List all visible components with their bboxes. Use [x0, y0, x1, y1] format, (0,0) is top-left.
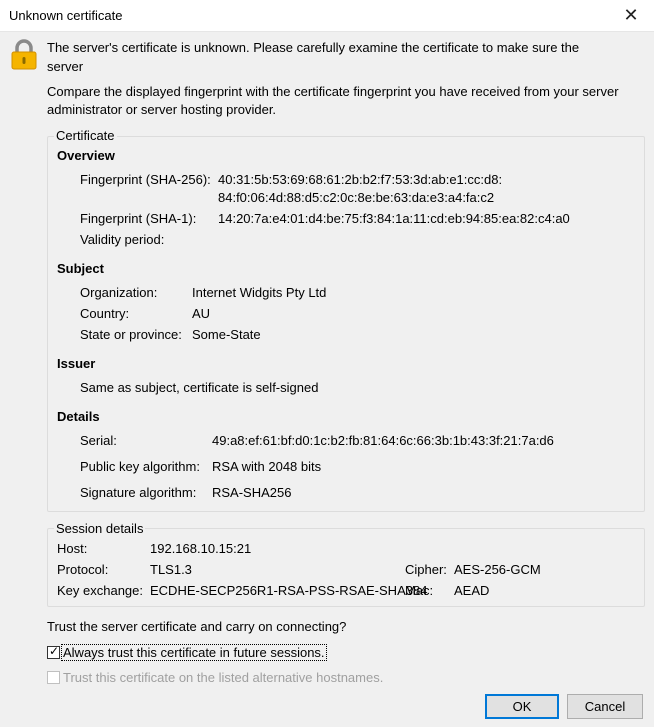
organization-value: Internet Widgits Pty Ltd [192, 285, 327, 300]
session-group-title: Session details [54, 521, 146, 536]
window-title: Unknown certificate [9, 8, 123, 23]
serial-value: 49:a8:ef:61:bf:d0:1c:b2:fb:81:64:6c:66:3… [212, 433, 554, 448]
state-label: State or province: [80, 327, 182, 342]
pubkey-value: RSA with 2048 bits [212, 459, 322, 474]
certificate-group-title: Certificate [54, 128, 117, 143]
serial-label: Serial: [80, 433, 117, 448]
state-value: Some-State [192, 327, 261, 342]
kex-value: ECDHE-SECP256R1-RSA-PSS-RSAE-SHA384 [150, 583, 428, 598]
intro-text-line1: The server's certificate is unknown. Ple… [47, 40, 580, 55]
mac-label: Mac: [405, 583, 434, 598]
checkmark-icon: ✓ [49, 644, 60, 658]
always-trust-label[interactable]: Always trust this certificate in future … [61, 644, 327, 661]
details-heading: Details [57, 409, 100, 424]
trust-question: Trust the server certificate and carry o… [47, 619, 347, 634]
organization-label: Organization: [80, 285, 158, 300]
country-label: Country: [80, 306, 130, 321]
cipher-value: AES-256-GCM [454, 562, 541, 577]
always-trust-checkbox[interactable]: ✓ [47, 644, 60, 659]
close-icon: ✕ [623, 5, 639, 25]
ok-button[interactable]: OK [485, 694, 559, 719]
cancel-button[interactable]: Cancel [567, 694, 643, 719]
host-label: Host: [57, 541, 88, 556]
alt-hostnames-checkbox[interactable] [47, 671, 60, 684]
sigalg-label: Signature algorithm: [80, 485, 197, 500]
lock-icon [11, 39, 37, 70]
subject-heading: Subject [57, 261, 104, 276]
pubkey-label: Public key algorithm: [80, 459, 200, 474]
protocol-value: TLS1.3 [150, 562, 192, 577]
sigalg-value: RSA-SHA256 [212, 485, 292, 500]
overview-heading: Overview [57, 148, 115, 163]
intro-text-line2b: administrator or server hosting provider… [47, 102, 277, 117]
sha256-label: Fingerprint (SHA-256): [80, 172, 211, 187]
intro-text-line2: Compare the displayed fingerprint with t… [47, 84, 619, 99]
sha1-value: 14:20:7a:e4:01:d4:be:75:f3:84:1a:11:cd:e… [218, 211, 570, 226]
cipher-label: Cipher: [405, 562, 447, 577]
sha256-value-line1: 40:31:5b:53:69:68:61:2b:b2:f7:53:3d:ab:e… [218, 172, 503, 187]
ok-button-label: OK [512, 699, 532, 714]
country-value: AU [192, 306, 211, 321]
validity-label: Validity period: [80, 232, 165, 247]
close-button[interactable]: ✕ [608, 0, 654, 31]
cancel-button-label: Cancel [584, 699, 626, 714]
alt-hostnames-label: Trust this certificate on the listed alt… [63, 670, 384, 685]
host-value: 192.168.10.15:21 [150, 541, 252, 556]
mac-value: AEAD [454, 583, 490, 598]
issuer-heading: Issuer [57, 356, 96, 371]
intro-text-line1b: server [47, 59, 84, 74]
sha256-value-line2: 84:f0:06:4d:88:d5:c2:0c:8e:be:63:da:e3:a… [218, 190, 495, 205]
protocol-label: Protocol: [57, 562, 109, 577]
sha1-label: Fingerprint (SHA-1): [80, 211, 197, 226]
kex-label: Key exchange: [57, 583, 144, 598]
issuer-text: Same as subject, certificate is self-sig… [80, 380, 319, 395]
title-bar: Unknown certificate ✕ [0, 0, 654, 32]
